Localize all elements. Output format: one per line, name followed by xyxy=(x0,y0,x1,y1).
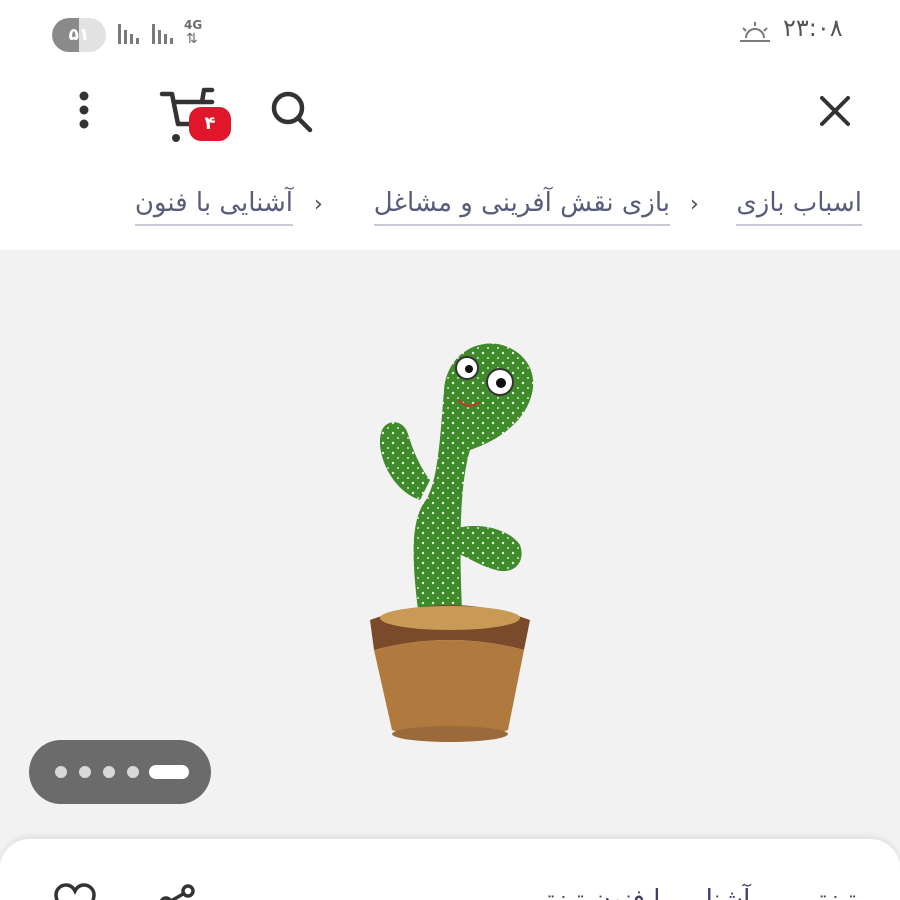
breadcrumb: اسباب بازی › بازی نقش آفرینی و مشاغل › آ… xyxy=(0,178,900,238)
more-vertical-icon[interactable] xyxy=(62,86,106,134)
signal-icon xyxy=(118,24,139,44)
breadcrumb-item-role-play[interactable]: بازی نقش آفرینی و مشاغل xyxy=(373,188,670,226)
product-gallery[interactable] xyxy=(0,250,900,870)
pager-dot[interactable] xyxy=(79,766,91,778)
pager-dot[interactable] xyxy=(103,766,115,778)
chevron-left-icon: › xyxy=(314,192,323,217)
share-icon[interactable] xyxy=(158,883,198,900)
cart-count-badge: ۴ xyxy=(189,107,231,141)
pager-dot-active[interactable] xyxy=(149,765,189,779)
pager-dot[interactable] xyxy=(127,766,139,778)
network-type: 4G xyxy=(184,18,203,32)
battery-level: ۵۱ xyxy=(68,25,90,45)
signal-icon xyxy=(152,24,173,44)
clock: ۲۳:۰۸ xyxy=(783,14,843,42)
chevron-left-icon: › xyxy=(690,192,699,217)
top-toolbar xyxy=(0,68,900,158)
product-image[interactable] xyxy=(330,330,570,750)
battery-icon: ۵۱ xyxy=(52,18,106,52)
pager-dot[interactable] xyxy=(55,766,67,778)
network-activity: ⇅ xyxy=(186,31,198,47)
status-bar: ۵۱ 4G ⇅ ۲۳:۰۸ xyxy=(0,0,900,68)
close-icon[interactable] xyxy=(810,86,860,136)
product-title: تیزتیں ... آشنایی با فنون تیزتیں xyxy=(519,885,856,900)
sunrise-icon xyxy=(740,22,770,42)
image-pager[interactable] xyxy=(29,740,211,804)
search-icon[interactable] xyxy=(266,86,318,138)
breadcrumb-item-toys[interactable]: اسباب بازی xyxy=(736,188,862,226)
breadcrumb-item-skills[interactable]: آشنایی با فنون xyxy=(134,188,293,226)
product-info-sheet: تیزتیں ... آشنایی با فنون تیزتیں xyxy=(0,838,900,900)
heart-icon[interactable] xyxy=(52,883,98,900)
